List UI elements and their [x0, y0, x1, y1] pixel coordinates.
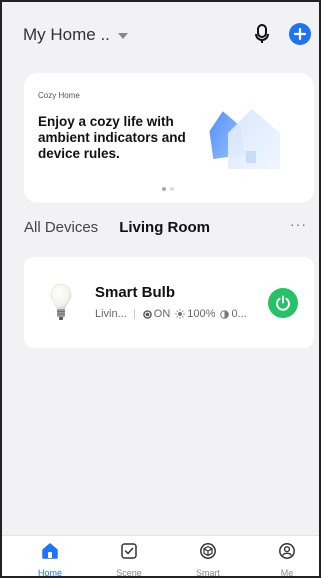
- house-illustration-icon: [209, 109, 280, 169]
- brightness-state: 100%: [175, 308, 215, 320]
- sun-icon: [175, 309, 185, 319]
- me-icon: [279, 543, 295, 559]
- add-device-button[interactable]: [289, 23, 311, 45]
- temperature-label: 0...: [231, 308, 247, 320]
- device-room: Livin...: [95, 308, 127, 320]
- tab-living-room[interactable]: Living Room: [119, 219, 210, 236]
- power-toggle-button[interactable]: [268, 288, 298, 318]
- nav-me-label: Me: [280, 568, 294, 578]
- nav-home-label: Home: [37, 568, 62, 578]
- nav-home[interactable]: Home: [20, 542, 80, 578]
- brightness-label: 100%: [187, 308, 216, 320]
- banner-small-title: Cozy Home: [38, 91, 80, 100]
- nav-smart-label: Smart: [195, 568, 220, 578]
- power-state: ON: [142, 308, 171, 320]
- smart-icon: [200, 543, 216, 559]
- microphone-button[interactable]: [251, 22, 273, 46]
- power-icon: [276, 295, 290, 311]
- promo-banner[interactable]: Cozy Home Enjoy a cozy life with ambient…: [24, 73, 314, 203]
- pagination-dot[interactable]: [170, 187, 174, 191]
- status-dot-icon: [142, 309, 152, 319]
- tab-all-devices[interactable]: All Devices: [24, 219, 98, 236]
- home-selector[interactable]: My Home ..: [23, 25, 128, 45]
- nav-scene[interactable]: Scene: [99, 542, 159, 578]
- microphone-icon: [255, 24, 269, 43]
- nav-scene-label: Scene: [116, 568, 142, 578]
- nav-me[interactable]: Me: [257, 542, 317, 578]
- bottom-navigation: Home Scene Smart Me: [2, 535, 319, 578]
- room-tabs: All Devices Living Room: [24, 216, 314, 238]
- nav-smart[interactable]: Smart: [178, 542, 238, 578]
- device-status-row: Livin... ON 100% 0...: [95, 308, 252, 320]
- banner-headline: Enjoy a cozy life with ambient indicator…: [38, 114, 186, 161]
- more-options-button[interactable]: ···: [290, 216, 307, 232]
- device-card[interactable]: Smart Bulb Livin... ON 100% 0...: [24, 257, 314, 348]
- home-icon: [42, 543, 58, 559]
- plus-icon: [294, 28, 306, 40]
- half-circle-icon: [220, 309, 230, 319]
- light-bulb-icon: [50, 283, 72, 320]
- caret-down-icon: [117, 33, 128, 39]
- scene-icon: [121, 543, 137, 559]
- app-screen: My Home .. Cozy Home Enjoy a cozy life w…: [0, 0, 321, 578]
- home-name-label: My Home ..: [23, 25, 110, 44]
- device-name: Smart Bulb: [95, 284, 176, 301]
- banner-pagination: [162, 187, 174, 191]
- temperature-state: 0...: [220, 308, 247, 320]
- header: My Home ..: [2, 2, 319, 66]
- power-state-label: ON: [153, 308, 171, 320]
- divider: [133, 309, 135, 319]
- pagination-dot[interactable]: [162, 187, 166, 191]
